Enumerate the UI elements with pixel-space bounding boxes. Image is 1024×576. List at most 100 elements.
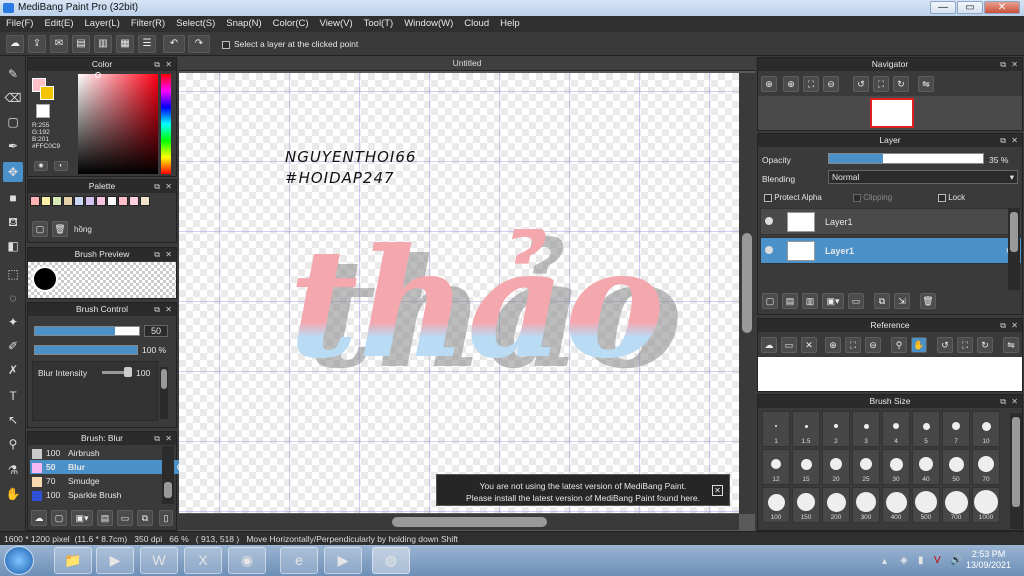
close-icon[interactable]: ✕ — [165, 432, 172, 445]
layer-folder-button[interactable]: ▭ — [848, 293, 864, 309]
float-icon[interactable]: ⧉ — [154, 58, 160, 71]
float-icon[interactable]: ⧉ — [154, 303, 160, 316]
brush-size-cell[interactable]: 1 — [762, 411, 790, 447]
add-layer-dropdown-button[interactable]: ▣▾ — [822, 293, 844, 309]
brush-size-cell[interactable]: 1000 — [972, 487, 1000, 523]
chrome-taskbar-icon[interactable]: ◉ — [228, 547, 266, 574]
float-icon[interactable]: ⧉ — [154, 248, 160, 261]
palette-swatch[interactable] — [85, 196, 95, 206]
move-tool-icon[interactable]: ✥ — [3, 162, 23, 182]
close-icon[interactable]: ✕ — [1011, 319, 1018, 332]
maximize-button[interactable]: ▭ — [957, 1, 983, 14]
close-notice-icon[interactable]: ✕ — [712, 485, 723, 496]
clock[interactable]: 2:53 PM 13/09/2021 — [966, 549, 1011, 571]
delete-brush-button[interactable]: ▯ — [159, 510, 173, 526]
ref-rotate-right-icon[interactable]: ↻ — [977, 337, 993, 353]
nav-rotate-left-icon[interactable]: ↺ — [853, 76, 869, 92]
menu-layer[interactable]: Layer(L) — [79, 16, 125, 32]
brush-size-scrollbar[interactable] — [1010, 413, 1022, 529]
page-icon[interactable]: ▤ — [72, 35, 90, 53]
zoom-taskbar-icon[interactable]: ▶ — [324, 547, 362, 574]
new-palette-button[interactable]: ▢ — [32, 221, 48, 237]
palette-swatch[interactable] — [140, 196, 150, 206]
close-window-button[interactable]: ✕ — [984, 1, 1020, 14]
close-icon[interactable]: ✕ — [165, 303, 172, 316]
comment-icon[interactable]: ✉ — [50, 35, 68, 53]
cloud-icon[interactable]: ☁ — [6, 35, 24, 53]
brush-size-cell[interactable]: 3 — [852, 411, 880, 447]
palette-swatch[interactable] — [52, 196, 62, 206]
palette-swatch[interactable] — [30, 196, 40, 206]
tray-arrow-icon[interactable]: ▴ — [882, 556, 887, 567]
brush-control-scrollbar[interactable] — [160, 367, 168, 419]
drawing-canvas[interactable]: NGUYENTHOI66 #HOIDAP247 thảo thảo — [179, 73, 739, 513]
brush-tool-icon[interactable]: ✎ — [3, 64, 23, 84]
canvas-horizontal-scrollbar[interactable] — [179, 514, 739, 530]
ref-reset-icon[interactable]: ⛶ — [957, 337, 973, 353]
tray-app-icon[interactable]: ◈ — [900, 555, 908, 566]
palette-swatch[interactable] — [118, 196, 128, 206]
add-brush-button[interactable]: ▣▾ — [71, 510, 93, 526]
vertical-scroll-thumb[interactable] — [742, 233, 752, 333]
duplicate-brush-button[interactable]: ⧉ — [137, 510, 153, 526]
float-icon[interactable]: ⧉ — [1000, 134, 1006, 147]
new-layer-button[interactable]: ▢ — [762, 293, 778, 309]
float-icon[interactable]: ⧉ — [1000, 319, 1006, 332]
nav-rotate-right-icon[interactable]: ↻ — [893, 76, 909, 92]
lock-checkbox[interactable]: Lock — [938, 193, 965, 202]
brush-size-cell[interactable]: 15 — [792, 449, 820, 485]
select-rect-tool-icon[interactable]: ⬚ — [3, 264, 23, 284]
brush-page-button[interactable]: ▤ — [97, 510, 113, 526]
brush-size-cell[interactable]: 4 — [882, 411, 910, 447]
color-picker-cursor[interactable] — [95, 72, 101, 78]
menu-help[interactable]: Help — [494, 16, 525, 32]
hand-tool-icon[interactable]: ✋ — [3, 484, 23, 504]
ref-open-icon[interactable]: ▭ — [781, 337, 797, 353]
excel-taskbar-icon[interactable]: X — [184, 547, 222, 574]
close-icon[interactable]: ✕ — [1011, 134, 1018, 147]
brush-size-cell[interactable]: 100 — [762, 487, 790, 523]
ref-zoom-out-icon[interactable]: ⊖ — [865, 337, 881, 353]
ref-fit-icon[interactable]: ⛶ — [845, 337, 861, 353]
ie-taskbar-icon[interactable]: e — [280, 547, 318, 574]
palette-swatch[interactable] — [129, 196, 139, 206]
new-halftone-layer-button[interactable]: ▤ — [782, 293, 798, 309]
operation-tool-icon[interactable]: ↖ — [3, 410, 23, 430]
float-icon[interactable]: ⧉ — [1000, 395, 1006, 408]
new-brush-button[interactable]: ▢ — [51, 510, 67, 526]
float-icon[interactable]: ⧉ — [154, 180, 160, 193]
layer-row[interactable]: Layer1 — [760, 208, 1022, 235]
horizontal-scroll-thumb[interactable] — [392, 517, 547, 527]
brush-size-cell[interactable]: 200 — [822, 487, 850, 523]
select-pen-tool-icon[interactable]: ✐ — [3, 336, 23, 356]
menu-edit[interactable]: Edit(E) — [38, 16, 78, 32]
brush-size-cell[interactable]: 300 — [852, 487, 880, 523]
palette-swatch[interactable] — [63, 196, 73, 206]
close-icon[interactable]: ✕ — [165, 58, 172, 71]
delete-palette-button[interactable]: 🗑 — [52, 221, 68, 237]
ref-zoom-in-icon[interactable]: ⊕ — [825, 337, 841, 353]
dropper-tool-icon[interactable]: ⚗ — [3, 460, 23, 480]
menu-snap[interactable]: Snap(N) — [220, 16, 266, 32]
text-tool-icon[interactable]: T — [3, 386, 23, 406]
duplicate-layer-button[interactable]: ⧉ — [874, 293, 890, 309]
reference-view[interactable] — [758, 357, 1022, 391]
ref-close-icon[interactable]: ✕ — [801, 337, 817, 353]
menu-tool[interactable]: Tool(T) — [358, 16, 399, 32]
nav-flip-icon[interactable]: ⇋ — [918, 76, 934, 92]
close-icon[interactable]: ✕ — [165, 180, 172, 193]
layer-opacity-slider[interactable] — [828, 153, 984, 164]
media-player-taskbar-icon[interactable]: ▶ — [96, 547, 134, 574]
protect-alpha-checkbox[interactable]: Protect Alpha — [764, 193, 822, 202]
layer-scrollbar[interactable] — [1008, 208, 1020, 290]
brush-size-cell[interactable]: 700 — [942, 487, 970, 523]
brush-size-cell[interactable]: 40 — [912, 449, 940, 485]
brush-size-cell[interactable]: 2 — [822, 411, 850, 447]
palette-swatch[interactable] — [96, 196, 106, 206]
select-layer-checkbox[interactable] — [222, 39, 230, 49]
color-saturation-square[interactable] — [78, 74, 158, 174]
blur-slider-handle[interactable] — [124, 367, 132, 377]
blending-select[interactable]: Normal ▾ — [828, 170, 1018, 184]
transparent-swatch[interactable] — [36, 104, 50, 118]
menu-select[interactable]: Select(S) — [170, 16, 220, 32]
